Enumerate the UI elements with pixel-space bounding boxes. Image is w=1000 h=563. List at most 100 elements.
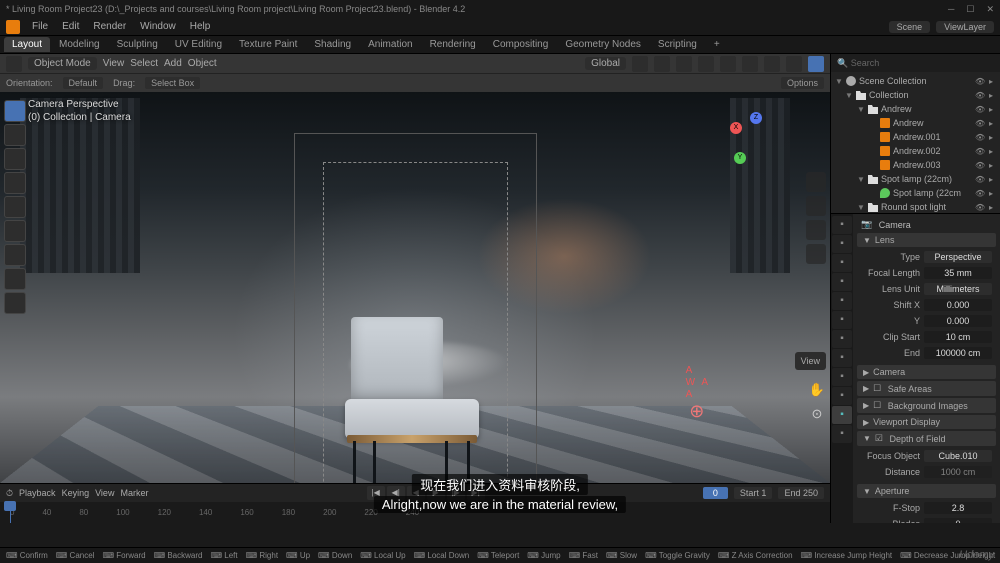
axis-y-icon[interactable]: Y <box>734 152 746 164</box>
tool-annotate[interactable] <box>4 244 26 266</box>
shading-rendered-icon[interactable] <box>808 56 824 72</box>
outliner-tree[interactable]: ▼Scene Collection👁▸▼Collection👁▸▼Andrew👁… <box>831 72 1000 213</box>
maximize-button[interactable]: ☐ <box>966 4 974 15</box>
menu-edit[interactable]: Edit <box>56 19 85 34</box>
tab-output-icon[interactable]: ▪ <box>832 235 852 253</box>
tab-constraints-icon[interactable]: ▪ <box>832 387 852 405</box>
tool-transform[interactable] <box>4 220 26 242</box>
menu-help[interactable]: Help <box>184 19 217 34</box>
section-dof-header[interactable]: ▼☑ Depth of Field <box>857 431 996 446</box>
3d-viewport[interactable]: Camera Perspective (0) Collection | Came… <box>0 92 830 483</box>
pan-button[interactable] <box>806 196 826 216</box>
disable-render-icon[interactable]: ▸ <box>986 105 996 114</box>
outliner-row[interactable]: ▼Round spot light👁▸ <box>831 200 1000 213</box>
tl-menu-keying[interactable]: Keying <box>62 488 90 498</box>
outliner-row[interactable]: ▼Collection👁▸ <box>831 88 1000 102</box>
shading-solid-icon[interactable] <box>764 56 780 72</box>
hide-toggle-icon[interactable]: 👁 <box>975 77 985 86</box>
tab-viewlayer-icon[interactable]: ▪ <box>832 254 852 272</box>
tl-menu-view[interactable]: View <box>95 488 114 498</box>
lens-type-value[interactable]: Perspective <box>924 251 992 263</box>
clip-start-value[interactable]: 10 cm <box>924 331 992 343</box>
menu-render[interactable]: Render <box>87 19 132 34</box>
tab-texture-paint[interactable]: Texture Paint <box>231 37 305 52</box>
options-dropdown[interactable]: Options <box>781 77 824 89</box>
disclosure-triangle-icon[interactable]: ▼ <box>835 77 843 86</box>
menu-window[interactable]: Window <box>134 19 182 34</box>
outliner-row[interactable]: Andrew.001👁▸ <box>831 130 1000 144</box>
section-aperture-header[interactable]: ▼Aperture <box>857 484 996 498</box>
gizmo-toggle-icon[interactable] <box>676 56 692 72</box>
tab-scripting[interactable]: Scripting <box>650 37 705 52</box>
end-frame-field[interactable]: End 250 <box>778 487 824 499</box>
disable-render-icon[interactable]: ▸ <box>986 189 996 198</box>
hide-toggle-icon[interactable]: 👁 <box>975 189 985 198</box>
disable-render-icon[interactable]: ▸ <box>986 77 996 86</box>
hide-toggle-icon[interactable]: 👁 <box>975 147 985 156</box>
disable-render-icon[interactable]: ▸ <box>986 175 996 184</box>
tab-physics-icon[interactable]: ▪ <box>832 368 852 386</box>
tab-animation[interactable]: Animation <box>360 37 420 52</box>
outliner-row[interactable]: ▼Scene Collection👁▸ <box>831 74 1000 88</box>
viewlayer-selector[interactable]: ViewLayer <box>936 21 994 33</box>
mode-selector[interactable]: Object Mode <box>28 57 97 70</box>
vp-menu-view[interactable]: View <box>103 58 125 69</box>
tab-layout[interactable]: Layout <box>4 37 50 52</box>
lens-unit-value[interactable]: Millimeters <box>924 283 992 295</box>
tab-object-icon[interactable]: ▪ <box>832 311 852 329</box>
tab-compositing[interactable]: Compositing <box>485 37 557 52</box>
disclosure-triangle-icon[interactable]: ▼ <box>857 105 865 114</box>
section-safe-areas-header[interactable]: ▶☐ Safe Areas <box>857 381 996 396</box>
properties-breadcrumb[interactable]: 📷 Camera <box>857 216 996 233</box>
shift-y-value[interactable]: 0.000 <box>924 315 992 327</box>
tool-rotate[interactable] <box>4 172 26 194</box>
focus-object-value[interactable]: Cube.010 <box>924 450 992 462</box>
section-viewport-display-header[interactable]: ▶Viewport Display <box>857 415 996 429</box>
tool-add-primitive[interactable] <box>4 292 26 314</box>
hide-toggle-icon[interactable]: 👁 <box>975 105 985 114</box>
tool-scale[interactable] <box>4 196 26 218</box>
tool-select-box[interactable] <box>4 100 26 122</box>
timeline-icon[interactable]: ⏱ <box>6 488 13 499</box>
tab-geometry-nodes[interactable]: Geometry Nodes <box>557 37 649 52</box>
hide-toggle-icon[interactable]: 👁 <box>975 161 985 170</box>
menu-file[interactable]: File <box>26 19 54 34</box>
target-icon[interactable]: ⊙ <box>808 406 826 424</box>
disable-render-icon[interactable]: ▸ <box>986 161 996 170</box>
vp-menu-select[interactable]: Select <box>130 58 158 69</box>
section-camera-header[interactable]: ▶Camera <box>857 365 996 379</box>
blender-logo-icon[interactable] <box>6 20 20 34</box>
tab-modifiers-icon[interactable]: ▪ <box>832 330 852 348</box>
xray-toggle-icon[interactable] <box>720 56 736 72</box>
outliner-search-input[interactable]: 🔍 Search <box>831 54 1000 72</box>
axis-x-icon[interactable]: X <box>730 122 742 134</box>
disable-render-icon[interactable]: ▸ <box>986 147 996 156</box>
navigation-gizmo[interactable]: X Y Z <box>728 112 782 166</box>
hide-toggle-icon[interactable]: 👁 <box>975 119 985 128</box>
tab-scene-icon[interactable]: ▪ <box>832 273 852 291</box>
section-bg-images-header[interactable]: ▶☐ Background Images <box>857 398 996 413</box>
overlay-toggle-icon[interactable] <box>698 56 714 72</box>
current-frame-field[interactable]: 0 <box>703 487 728 499</box>
playhead[interactable] <box>10 502 11 523</box>
tool-measure[interactable] <box>4 268 26 290</box>
tool-cursor[interactable] <box>4 124 26 146</box>
outliner-row[interactable]: Andrew.003👁▸ <box>831 158 1000 172</box>
focus-distance-value[interactable]: 1000 cm <box>924 466 992 478</box>
tab-particles-icon[interactable]: ▪ <box>832 349 852 367</box>
hide-toggle-icon[interactable]: 👁 <box>975 91 985 100</box>
blades-value[interactable]: 0 <box>924 518 992 523</box>
outliner-row[interactable]: ▼Andrew👁▸ <box>831 102 1000 116</box>
hand-icon[interactable]: ✋ <box>808 382 826 400</box>
tab-shading[interactable]: Shading <box>306 37 359 52</box>
editor-type-icon[interactable] <box>6 56 22 72</box>
proportional-edit-icon[interactable] <box>654 56 670 72</box>
disable-render-icon[interactable]: ▸ <box>986 91 996 100</box>
hide-toggle-icon[interactable]: 👁 <box>975 133 985 142</box>
tab-modeling[interactable]: Modeling <box>51 37 108 52</box>
axis-z-icon[interactable]: Z <box>750 112 762 124</box>
section-lens-header[interactable]: ▼Lens <box>857 233 996 247</box>
hide-toggle-icon[interactable]: 👁 <box>975 203 985 212</box>
outliner-row[interactable]: Andrew👁▸ <box>831 116 1000 130</box>
vp-menu-object[interactable]: Object <box>188 58 217 69</box>
